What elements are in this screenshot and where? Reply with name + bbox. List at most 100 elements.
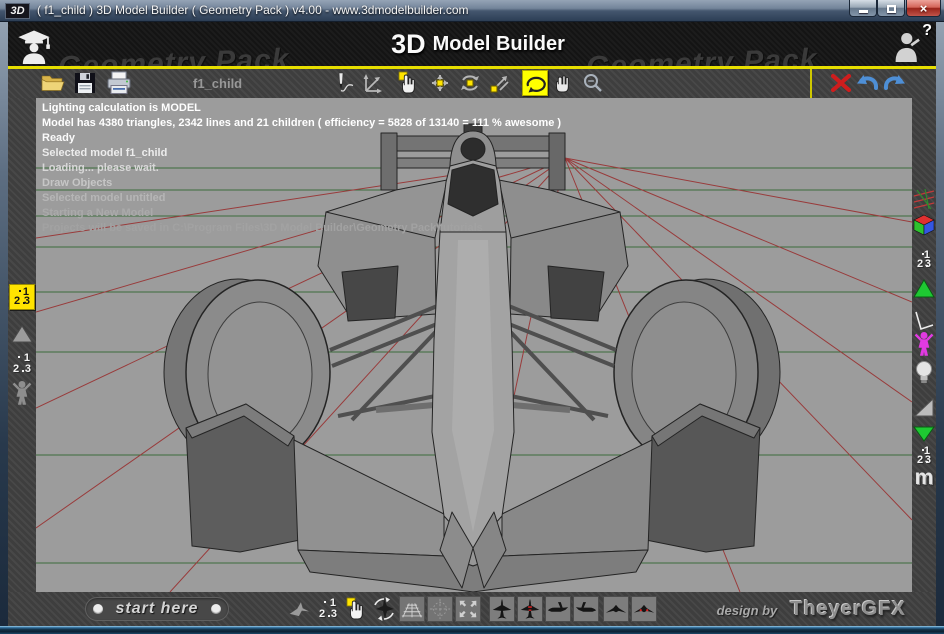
ground-grid-button[interactable] (399, 596, 425, 622)
jet-front-red-button[interactable] (631, 596, 657, 622)
jet-top-view-red-button[interactable] (517, 596, 543, 622)
zoom-tool-button[interactable] (580, 70, 606, 96)
jet-top-view-icon (490, 597, 514, 621)
spin-tool-button-active[interactable] (522, 70, 548, 96)
spin-model-icon (371, 596, 397, 622)
bullet-icon (93, 604, 103, 614)
green-up-button[interactable] (913, 275, 935, 303)
jet-front-view-button[interactable] (603, 596, 629, 622)
scale-tool-button[interactable] (487, 70, 513, 96)
numbered-points-icon: 123 (913, 248, 935, 272)
magenta-figure-button[interactable] (913, 330, 935, 358)
title-bar: 3D ( f1_child ) 3D Model Builder ( Geome… (0, 0, 944, 22)
numbered-points-active-button[interactable]: 123 (9, 283, 35, 311)
numbered-points-button[interactable]: 123 (913, 246, 935, 274)
light-bulb-icon (913, 360, 935, 388)
pan-tool-button[interactable] (550, 70, 576, 96)
move-tool-button[interactable] (427, 70, 453, 96)
watermark-geometry-pack-right: Geometry Pack (585, 43, 817, 66)
save-button[interactable] (72, 70, 98, 96)
close-icon: × (920, 1, 928, 16)
brand-model-builder: Model Builder (433, 33, 565, 56)
current-model-name: f1_child (193, 76, 242, 91)
maximize-button[interactable] (877, 0, 905, 17)
window-title: ( f1_child ) 3D Model Builder ( Geometry… (37, 3, 469, 17)
redo-button[interactable] (882, 70, 908, 96)
numbered-points-button[interactable]: 123 (315, 596, 341, 622)
open-folder-button[interactable] (40, 70, 66, 96)
rotate-tool-button[interactable] (457, 70, 483, 96)
brand-3d: 3D (391, 29, 426, 60)
window-frame-right (936, 22, 944, 626)
graduate-figure-icon (15, 26, 53, 66)
jet-top-view-button[interactable] (489, 596, 515, 622)
undo-button[interactable] (854, 70, 880, 96)
grid-lines-button[interactable] (913, 185, 935, 213)
main-toolbar: f1_child (8, 69, 936, 98)
center-arrows-icon (456, 597, 480, 621)
numbered-points-button[interactable]: 123 (9, 350, 35, 378)
move-icon (428, 71, 452, 95)
left-toolbar: 123 123 (8, 98, 36, 592)
redo-arrow-icon (882, 71, 908, 95)
status-line: Model has 4380 triangles, 2342 lines and… (42, 116, 561, 131)
bullet-icon (211, 604, 221, 614)
jet-side-left-button[interactable] (545, 596, 571, 622)
ground-grid-icon (400, 597, 424, 621)
jet-front-view-icon (604, 597, 628, 621)
axes-icon (361, 71, 385, 95)
delete-button[interactable] (828, 70, 854, 96)
minimize-button[interactable] (849, 0, 877, 17)
numbered-points-icon: 123 (9, 351, 35, 377)
close-button[interactable]: × (906, 0, 941, 17)
draw-tool-button[interactable] (332, 70, 358, 96)
triangle-tool-button[interactable] (9, 320, 35, 348)
status-log: Lighting calculation is MODEL Model has … (42, 101, 561, 236)
gray-triangle-icon (11, 324, 33, 344)
folder-icon (41, 73, 65, 93)
numbered-points-icon: 123 (315, 596, 341, 622)
viewport-3d-canvas[interactable]: Lighting calculation is MODEL Model has … (36, 98, 912, 592)
magenta-figure-icon (913, 331, 935, 357)
rgb-cube-button[interactable] (913, 211, 935, 239)
help-icon[interactable]: ? (892, 24, 932, 64)
spin-model-button[interactable] (371, 596, 397, 622)
center-arrows-button[interactable] (455, 596, 481, 622)
jet-side-right-button[interactable] (573, 596, 599, 622)
grid-lines-icon (913, 188, 935, 210)
rgb-cube-icon (913, 214, 935, 236)
spin-icon (523, 71, 547, 95)
start-here-button[interactable]: start here (85, 597, 229, 621)
magnifier-icon (581, 71, 605, 95)
bottom-bar: start here 123 (8, 592, 936, 626)
maximize-icon (887, 5, 896, 13)
select-tool-button[interactable] (395, 70, 421, 96)
axes-tool-button[interactable] (360, 70, 386, 96)
numbered-points-yellow-icon: 123 (9, 284, 35, 310)
app-window: 3D ( f1_child ) 3D Model Builder ( Geome… (0, 0, 944, 634)
crosshair-icon (428, 597, 452, 621)
select-hand-button[interactable] (343, 596, 369, 622)
status-line: Selected model untitled (42, 191, 561, 206)
status-line: Draw Objects (42, 176, 561, 191)
jet-top-view-red-icon (518, 597, 542, 621)
print-button[interactable] (106, 70, 132, 96)
brand-logo: TheyerGFX (790, 598, 906, 621)
status-line: Loading... please wait. (42, 161, 561, 176)
red-x-icon (829, 71, 853, 95)
minimize-icon (859, 10, 868, 13)
jet-model-button[interactable] (287, 596, 313, 622)
half-triangle-button[interactable] (913, 393, 935, 421)
undo-arrow-icon (854, 71, 880, 95)
figure-tool-button[interactable] (9, 379, 35, 407)
app-icon[interactable]: 3D (5, 3, 30, 19)
credits: design by TheyerGFX (717, 598, 906, 621)
toolbar-separator (810, 69, 812, 98)
select-hand-icon (344, 597, 368, 621)
letter-m-button[interactable]: m (913, 464, 935, 492)
jet-side-right-icon (574, 597, 598, 621)
light-button[interactable] (913, 360, 935, 388)
crosshair-button[interactable] (427, 596, 453, 622)
right-toolbar: 123 (912, 98, 936, 592)
watermark-geometry-pack-left: Geometry Pack (57, 43, 289, 66)
